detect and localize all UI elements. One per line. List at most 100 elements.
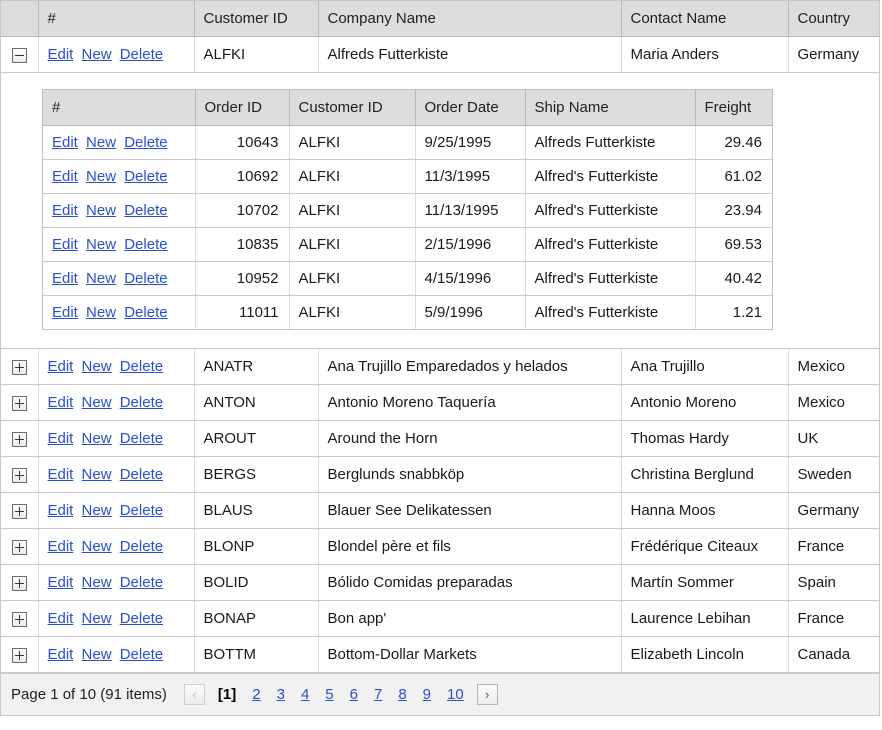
plus-box-icon[interactable] (11, 575, 27, 591)
edit-link[interactable]: Edit (48, 46, 74, 63)
edit-link[interactable]: Edit (52, 168, 78, 185)
new-link[interactable]: New (86, 168, 116, 185)
delete-link[interactable]: Delete (124, 202, 167, 219)
plus-box-icon[interactable] (11, 467, 27, 483)
pager-page-4[interactable]: 4 (301, 686, 309, 703)
row-expand-cell[interactable] (1, 528, 39, 565)
new-link[interactable]: New (82, 430, 112, 447)
delete-link[interactable]: Delete (120, 46, 163, 63)
pager-next-button[interactable]: › (476, 684, 498, 705)
pager-page-8[interactable]: 8 (398, 686, 406, 703)
new-link[interactable]: New (86, 236, 116, 253)
detail-column-header-ship-name[interactable]: Ship Name (525, 90, 696, 126)
plus-box-icon[interactable] (11, 611, 27, 627)
column-header-customer-id[interactable]: Customer ID (194, 1, 319, 37)
pager-page-7[interactable]: 7 (374, 686, 382, 703)
new-link[interactable]: New (82, 46, 112, 63)
edit-link[interactable]: Edit (48, 430, 74, 447)
delete-link[interactable]: Delete (120, 610, 163, 627)
table-row: Edit New Delete BERGS Berglunds snabbköp C… (1, 456, 879, 493)
cell-customer-id: ALFKI (194, 36, 319, 73)
edit-link[interactable]: Edit (48, 358, 74, 375)
plus-box-icon[interactable] (11, 431, 27, 447)
cell-contact-name: Frédérique Citeaux (621, 528, 789, 565)
delete-link[interactable]: Delete (120, 430, 163, 447)
delete-link[interactable]: Delete (120, 538, 163, 555)
detail-column-header-freight[interactable]: Freight (695, 90, 772, 126)
new-link[interactable]: New (82, 358, 112, 375)
edit-link[interactable]: Edit (48, 394, 74, 411)
minus-box-icon[interactable] (11, 47, 27, 63)
delete-link[interactable]: Delete (120, 574, 163, 591)
edit-link[interactable]: Edit (52, 236, 78, 253)
new-link[interactable]: New (82, 394, 112, 411)
table-row: Edit New Delete BLAUS Blauer See Delikate… (1, 492, 879, 529)
new-link[interactable]: New (86, 304, 116, 321)
new-link[interactable]: New (82, 466, 112, 483)
new-link[interactable]: New (82, 574, 112, 591)
delete-link[interactable]: Delete (120, 466, 163, 483)
detail-column-header-customer-id[interactable]: Customer ID (289, 90, 416, 126)
detail-column-header-order-date[interactable]: Order Date (415, 90, 526, 126)
delete-link[interactable]: Delete (124, 270, 167, 287)
cell-company-name: Berglunds snabbköp (318, 456, 622, 493)
row-expand-cell[interactable] (1, 348, 39, 385)
plus-box-icon[interactable] (11, 359, 27, 375)
pager-page-5[interactable]: 5 (325, 686, 333, 703)
row-expand-cell[interactable] (1, 564, 39, 601)
pager-page-3[interactable]: 3 (277, 686, 285, 703)
edit-link[interactable]: Edit (52, 202, 78, 219)
plus-box-icon[interactable] (11, 395, 27, 411)
delete-link[interactable]: Delete (120, 502, 163, 519)
new-link[interactable]: New (86, 134, 116, 151)
delete-link[interactable]: Delete (120, 394, 163, 411)
row-expand-cell[interactable] (1, 492, 39, 529)
delete-link[interactable]: Delete (124, 168, 167, 185)
pager-current-page: [1] (217, 686, 237, 703)
new-link[interactable]: New (86, 270, 116, 287)
new-link[interactable]: New (82, 610, 112, 627)
pager-prev-button[interactable]: ‹ (183, 684, 205, 705)
new-link[interactable]: New (82, 502, 112, 519)
row-commands-cell: Edit New Delete (38, 420, 195, 457)
row-expand-cell[interactable] (1, 384, 39, 421)
column-header-company-name[interactable]: Company Name (318, 1, 622, 37)
row-expand-cell[interactable] (1, 636, 39, 673)
new-link[interactable]: New (82, 538, 112, 555)
row-expand-cell[interactable] (1, 456, 39, 493)
pager-page-9[interactable]: 9 (423, 686, 431, 703)
plus-box-icon[interactable] (11, 539, 27, 555)
row-commands-cell: Edit New Delete (43, 227, 196, 262)
edit-link[interactable]: Edit (52, 270, 78, 287)
delete-link[interactable]: Delete (124, 304, 167, 321)
pager-page-6[interactable]: 6 (350, 686, 358, 703)
column-header-commands[interactable]: # (38, 1, 195, 37)
edit-link[interactable]: Edit (48, 502, 74, 519)
new-link[interactable]: New (86, 202, 116, 219)
edit-link[interactable]: Edit (52, 304, 78, 321)
delete-link[interactable]: Delete (120, 646, 163, 663)
plus-box-icon[interactable] (11, 503, 27, 519)
detail-table-row: Edit New Delete 10643 ALFKI 9/25/1995 Alfre… (43, 125, 772, 160)
pager-page-2[interactable]: 2 (252, 686, 260, 703)
delete-link[interactable]: Delete (124, 134, 167, 151)
column-header-contact-name[interactable]: Contact Name (621, 1, 789, 37)
row-expand-cell[interactable] (1, 36, 39, 73)
edit-link[interactable]: Edit (48, 646, 74, 663)
row-commands-cell: Edit New Delete (43, 261, 196, 296)
delete-link[interactable]: Delete (124, 236, 167, 253)
row-expand-cell[interactable] (1, 420, 39, 457)
plus-box-icon[interactable] (11, 647, 27, 663)
detail-column-header-order-id[interactable]: Order ID (195, 90, 290, 126)
row-expand-cell[interactable] (1, 600, 39, 637)
edit-link[interactable]: Edit (48, 574, 74, 591)
edit-link[interactable]: Edit (48, 610, 74, 627)
edit-link[interactable]: Edit (48, 538, 74, 555)
edit-link[interactable]: Edit (48, 466, 74, 483)
detail-column-header-commands[interactable]: # (43, 90, 196, 126)
pager-page-10[interactable]: 10 (447, 686, 464, 703)
delete-link[interactable]: Delete (120, 358, 163, 375)
edit-link[interactable]: Edit (52, 134, 78, 151)
column-header-country[interactable]: Country (788, 1, 879, 37)
new-link[interactable]: New (82, 646, 112, 663)
